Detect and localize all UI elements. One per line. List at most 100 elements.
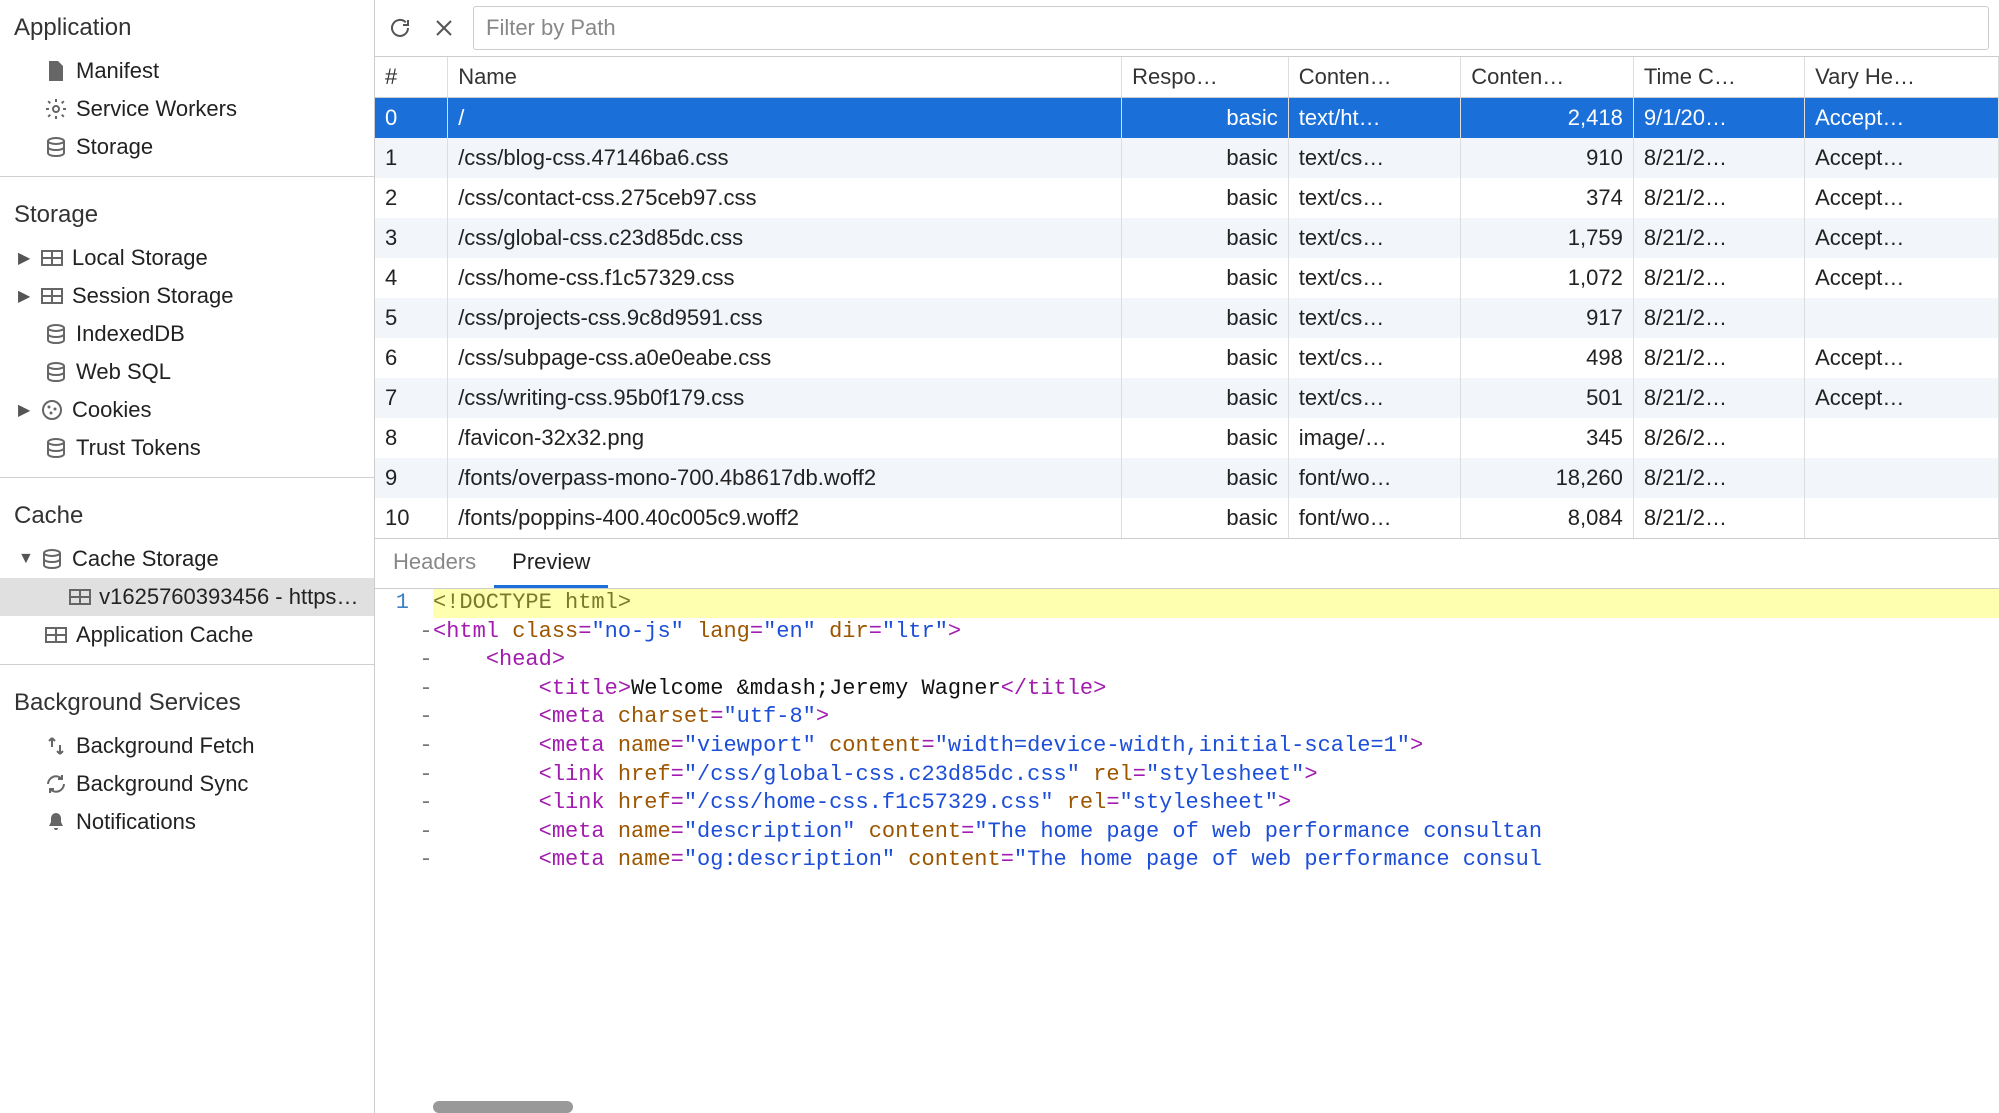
database-icon [44,436,68,460]
cell-vary: Accept… [1805,258,1999,298]
cell-vary: Accept… [1805,218,1999,258]
fold-icon[interactable]: - [419,846,433,875]
clear-button[interactable] [429,13,459,43]
sidebar-item-label: Session Storage [72,283,233,309]
preview-pane[interactable]: 1<!DOCTYPE html>-<html class="no-js" lan… [375,589,1999,1113]
fold-icon[interactable]: - [419,675,433,704]
cell-clen: 498 [1461,338,1634,378]
fold-icon[interactable]: - [419,761,433,790]
col-content-type[interactable]: Conten… [1288,57,1461,98]
table-row[interactable]: 0/basictext/ht…2,4189/1/20…Accept… [375,98,1999,139]
cell-time: 8/21/2… [1633,258,1804,298]
table-row[interactable]: 8/favicon-32x32.pngbasicimage/…3458/26/2… [375,418,1999,458]
table-row[interactable]: 3/css/global-css.c23d85dc.cssbasictext/c… [375,218,1999,258]
sidebar-item-trust-tokens[interactable]: Trust Tokens [0,429,374,467]
fold-icon[interactable]: - [419,646,433,675]
sidebar-item-cache-entry[interactable]: v1625760393456 - https://je [0,578,374,616]
tab-headers[interactable]: Headers [375,539,494,588]
line-number [375,618,419,647]
code-line[interactable]: - <title>Welcome &mdash;Jeremy Wagner</t… [375,675,1999,704]
horizontal-scrollbar[interactable] [433,1101,573,1113]
code-line[interactable]: - <link href="/css/global-css.c23d85dc.c… [375,761,1999,790]
code-line[interactable]: - <head> [375,646,1999,675]
col-time-cached[interactable]: Time C… [1633,57,1804,98]
sidebar-item-manifest[interactable]: Manifest [0,52,374,90]
refresh-button[interactable] [385,13,415,43]
cell-vary [1805,418,1999,458]
expand-arrow-icon[interactable]: ▶ [18,286,32,306]
col-name[interactable]: Name [448,57,1122,98]
col-vary-header[interactable]: Vary He… [1805,57,1999,98]
expand-arrow-icon[interactable]: ▶ [18,400,32,420]
col-content-length[interactable]: Conten… [1461,57,1634,98]
cell-ctype: text/cs… [1288,298,1461,338]
table-row[interactable]: 10/fonts/poppins-400.40c005c9.woff2basic… [375,498,1999,538]
code-text: <!DOCTYPE html> [433,589,1999,618]
fold-icon[interactable]: - [419,732,433,761]
sidebar-item-label: Web SQL [76,359,171,385]
cell-ctype: text/cs… [1288,378,1461,418]
code-text: <link href="/css/global-css.c23d85dc.css… [433,761,1999,790]
sidebar-item-session-storage[interactable]: ▶ Session Storage [0,277,374,315]
sidebar-item-cache-storage[interactable]: ▼ Cache Storage [0,540,374,578]
cell-ctype: font/wo… [1288,498,1461,538]
filter-input[interactable] [473,6,1989,50]
table-row[interactable]: 4/css/home-css.f1c57329.cssbasictext/cs…… [375,258,1999,298]
code-line[interactable]: - <meta name="og:description" content="T… [375,846,1999,875]
cell-resp: basic [1122,98,1289,139]
expand-arrow-icon[interactable]: ▶ [18,248,32,268]
fold-icon[interactable]: - [419,703,433,732]
cell-idx: 0 [375,98,448,139]
table-row[interactable]: 1/css/blog-css.47146ba6.cssbasictext/cs…… [375,138,1999,178]
gear-icon [44,97,68,121]
sidebar-item-notifications[interactable]: Notifications [0,803,374,841]
cell-clen: 8,084 [1461,498,1634,538]
cell-resp: basic [1122,498,1289,538]
code-line[interactable]: - <meta name="description" content="The … [375,818,1999,847]
database-icon [40,547,64,571]
cell-name: /fonts/poppins-400.40c005c9.woff2 [448,498,1122,538]
file-icon [44,59,68,83]
sidebar-item-websql[interactable]: Web SQL [0,353,374,391]
sidebar-item-indexeddb[interactable]: IndexedDB [0,315,374,353]
tab-preview[interactable]: Preview [494,539,608,588]
table-row[interactable]: 6/css/subpage-css.a0e0eabe.cssbasictext/… [375,338,1999,378]
sidebar-item-local-storage[interactable]: ▶ Local Storage [0,239,374,277]
code-line[interactable]: - <meta name="viewport" content="width=d… [375,732,1999,761]
cell-time: 8/21/2… [1633,298,1804,338]
cell-ctype: text/cs… [1288,138,1461,178]
cell-name: /css/blog-css.47146ba6.css [448,138,1122,178]
section-heading-cache: Cache [0,488,374,540]
table-icon [68,585,91,609]
code-text: <meta name="description" content="The ho… [433,818,1999,847]
code-line[interactable]: -<html class="no-js" lang="en" dir="ltr"… [375,618,1999,647]
sidebar-item-label: v1625760393456 - https://je [99,584,362,610]
sidebar-item-application-cache[interactable]: Application Cache [0,616,374,654]
table-row[interactable]: 7/css/writing-css.95b0f179.cssbasictext/… [375,378,1999,418]
code-line[interactable]: 1<!DOCTYPE html> [375,589,1999,618]
col-idx[interactable]: # [375,57,448,98]
table-row[interactable]: 9/fonts/overpass-mono-700.4b8617db.woff2… [375,458,1999,498]
fold-icon[interactable]: - [419,818,433,847]
code-line[interactable]: - <meta charset="utf-8"> [375,703,1999,732]
cell-clen: 910 [1461,138,1634,178]
table-row[interactable]: 2/css/contact-css.275ceb97.cssbasictext/… [375,178,1999,218]
cell-time: 8/21/2… [1633,178,1804,218]
sidebar-item-storage-overview[interactable]: Storage [0,128,374,166]
col-response-type[interactable]: Respo… [1122,57,1289,98]
sidebar-item-background-sync[interactable]: Background Sync [0,765,374,803]
cell-name: /css/subpage-css.a0e0eabe.css [448,338,1122,378]
sidebar-item-service-workers[interactable]: Service Workers [0,90,374,128]
table-row[interactable]: 5/css/projects-css.9c8d9591.cssbasictext… [375,298,1999,338]
fold-icon[interactable]: - [419,789,433,818]
line-number [375,732,419,761]
sidebar-item-cookies[interactable]: ▶ Cookies [0,391,374,429]
code-line[interactable]: - <link href="/css/home-css.f1c57329.css… [375,789,1999,818]
fold-icon[interactable]: - [419,618,433,647]
collapse-arrow-icon[interactable]: ▼ [18,550,32,568]
fold-icon [419,589,433,618]
sidebar-item-background-fetch[interactable]: Background Fetch [0,727,374,765]
cell-ctype: font/wo… [1288,458,1461,498]
code-text: <meta name="viewport" content="width=dev… [433,732,1999,761]
main-panel: # Name Respo… Conten… Conten… Time C… Va… [375,0,1999,1113]
